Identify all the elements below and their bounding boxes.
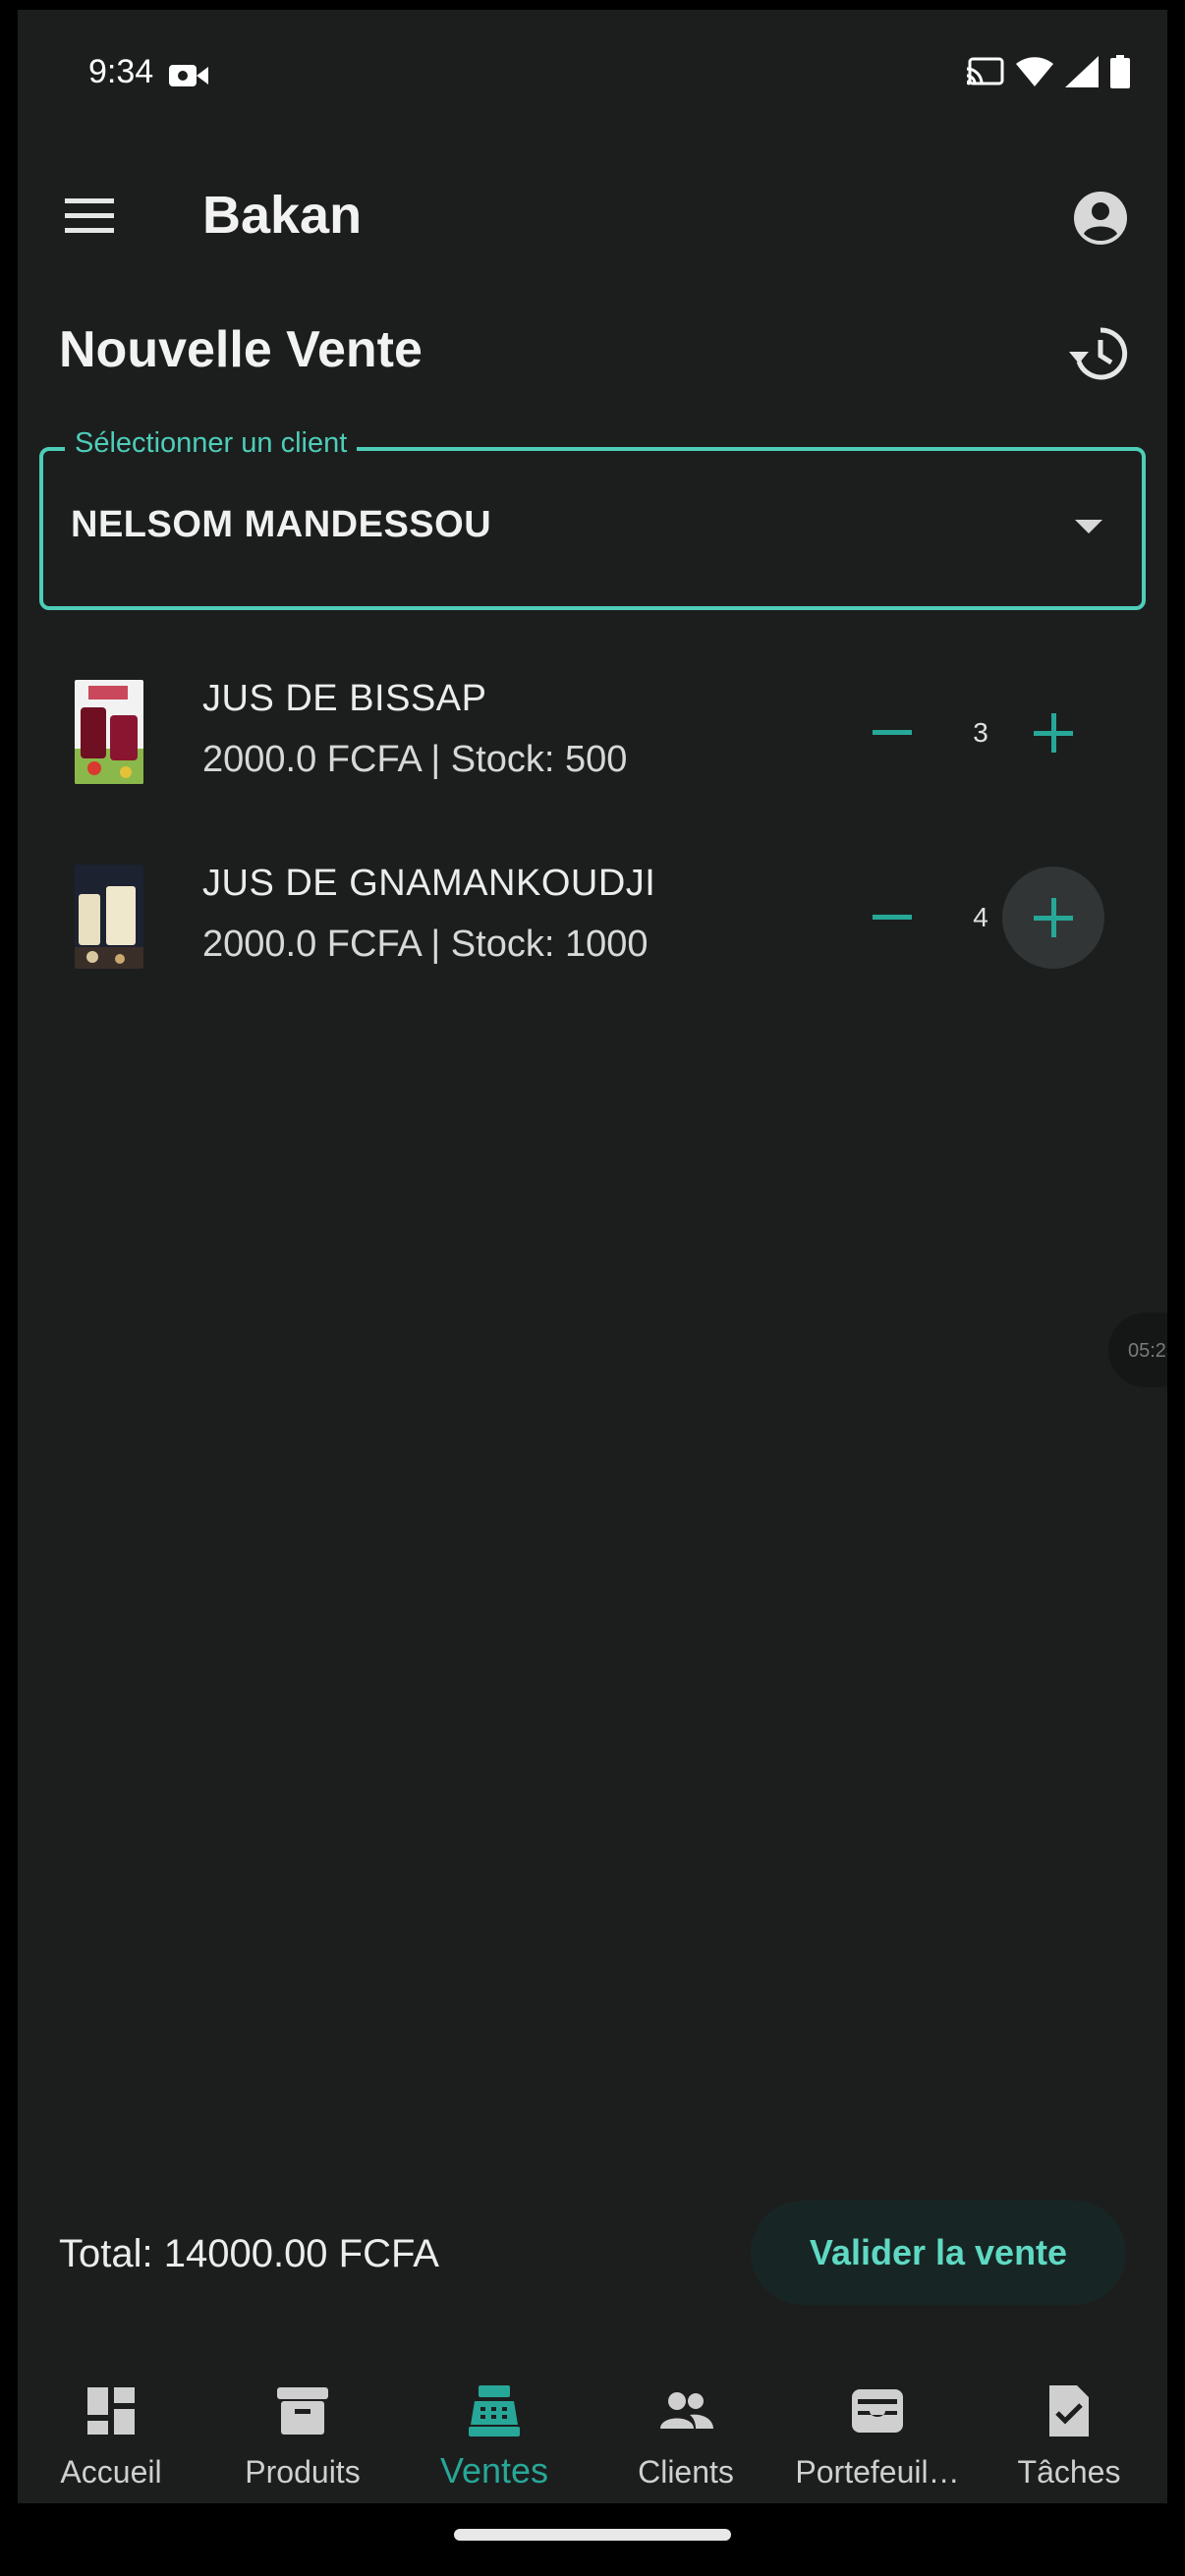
battery-icon (1110, 55, 1130, 88)
menu-icon[interactable] (63, 189, 118, 244)
product-price-stock: 2000.0 FCFA | Stock: 500 (202, 739, 628, 780)
product-thumbnail (75, 865, 143, 969)
cast-icon (967, 57, 1004, 85)
plus-icon (1034, 898, 1073, 937)
archive-box-icon (277, 2387, 328, 2435)
plus-icon (1034, 713, 1073, 753)
gnamankoudji-image (75, 865, 143, 969)
account-circle-icon[interactable] (1071, 189, 1130, 248)
people-icon (660, 2392, 713, 2429)
home-indicator[interactable] (454, 2529, 731, 2541)
nav-item-ventes[interactable]: Ventes (401, 2358, 588, 2503)
floating-timer-bubble[interactable]: 05:23 (1108, 1313, 1167, 1387)
status-icons (967, 55, 1130, 88)
wallet-icon (852, 2389, 903, 2433)
nav-label: Clients (638, 2454, 734, 2490)
status-time: 9:34 (88, 53, 154, 90)
history-icon[interactable] (1067, 322, 1130, 385)
product-price-stock: 2000.0 FCFA | Stock: 1000 (202, 924, 649, 965)
nav-item-portefeuille[interactable]: Portefeuil… (784, 2358, 971, 2503)
wifi-icon (1016, 57, 1053, 86)
nav-label: Ventes (439, 2450, 549, 2491)
page-title: Nouvelle Vente (59, 321, 423, 378)
signal-icon (1065, 56, 1099, 87)
cash-register-icon (469, 2385, 520, 2436)
minus-icon (873, 915, 912, 920)
client-select[interactable]: Sélectionner un client NELSOM MANDESSOU (39, 427, 1146, 610)
quantity-value: 4 (973, 902, 988, 932)
validate-sale-button[interactable]: Valider la vente (751, 2201, 1126, 2305)
decrease-quantity-button[interactable] (863, 888, 922, 947)
nav-label: Accueil (60, 2454, 162, 2490)
nav-item-taches[interactable]: Tâches (976, 2358, 1162, 2503)
client-select-label: Sélectionner un client (65, 427, 358, 460)
decrease-quantity-button[interactable] (863, 703, 922, 762)
increase-quantity-button[interactable] (1002, 867, 1104, 969)
video-record-icon (169, 65, 208, 86)
minus-icon (873, 730, 912, 735)
task-file-icon (1049, 2385, 1089, 2436)
product-thumbnail (75, 680, 143, 784)
product-row: JUS DE BISSAP 2000.0 FCFA | Stock: 500 3 (18, 658, 1167, 806)
client-select-value: NELSOM MANDESSOU (71, 504, 492, 545)
product-name: JUS DE BISSAP (202, 678, 487, 719)
product-row: JUS DE GNAMANKOUDJI 2000.0 FCFA | Stock:… (18, 843, 1167, 990)
nav-label: Portefeuil… (795, 2454, 960, 2490)
bottom-navigation: Accueil Produits Ventes Clients Portefeu… (18, 2358, 1167, 2503)
bissap-image (75, 680, 143, 784)
increase-quantity-button[interactable] (1002, 682, 1104, 784)
app-screen: 9:34 Bakan Nouvelle Vente Sélectionner u… (18, 10, 1167, 2503)
dropdown-arrow-icon (1075, 520, 1102, 533)
nav-item-produits[interactable]: Produits (209, 2358, 396, 2503)
product-name: JUS DE GNAMANKOUDJI (202, 863, 656, 904)
dashboard-icon (87, 2387, 135, 2435)
nav-label: Tâches (1017, 2454, 1121, 2490)
total-amount: Total: 14000.00 FCFA (59, 2232, 439, 2275)
app-bar: Bakan (18, 157, 1167, 275)
nav-item-clients[interactable]: Clients (592, 2358, 779, 2503)
status-bar: 9:34 (18, 10, 1167, 138)
quantity-value: 3 (973, 717, 988, 748)
nav-label: Produits (245, 2454, 361, 2490)
nav-item-accueil[interactable]: Accueil (18, 2358, 204, 2503)
app-title: Bakan (202, 186, 363, 245)
